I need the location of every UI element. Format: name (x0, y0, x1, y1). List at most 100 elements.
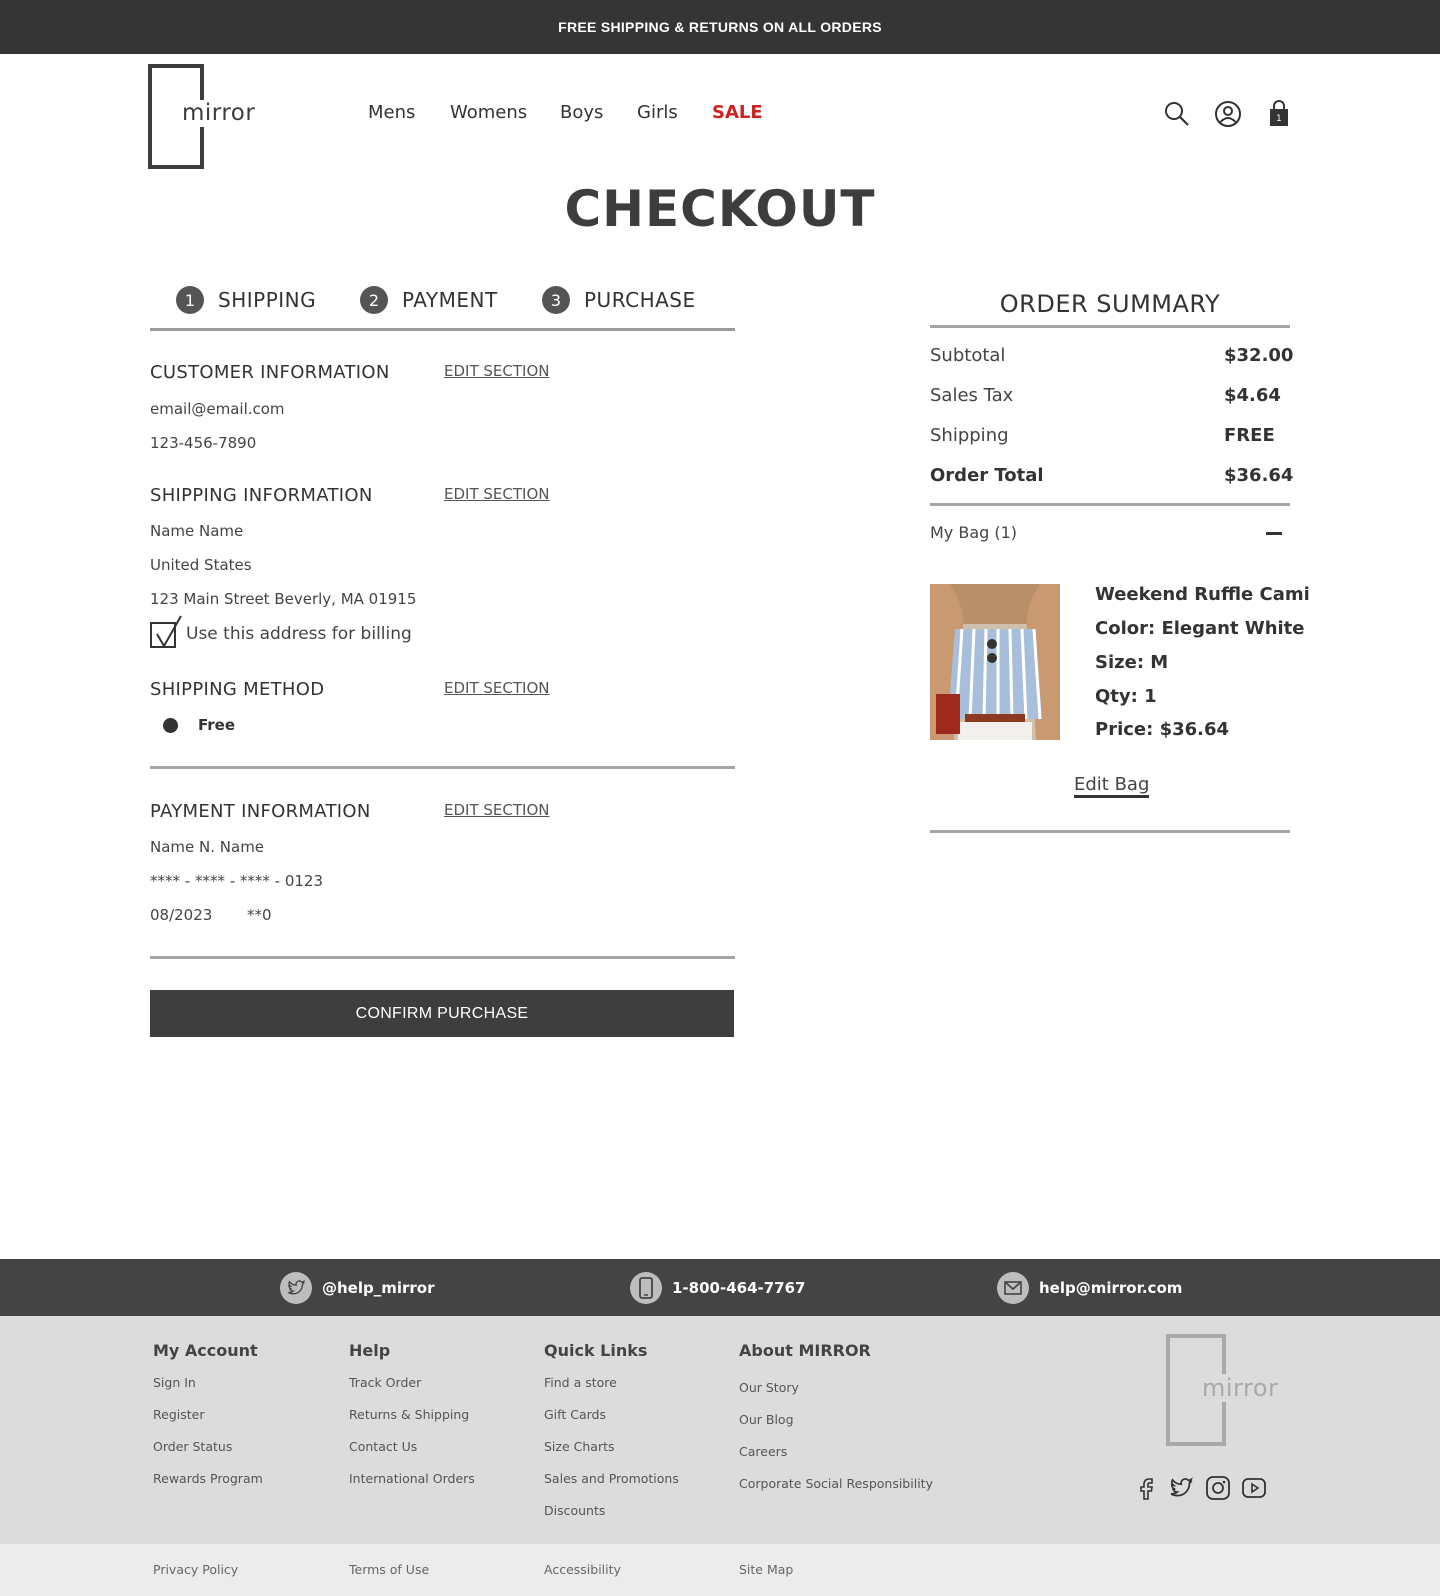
nav-girls[interactable]: Girls (637, 102, 678, 123)
facebook-icon[interactable] (1134, 1475, 1160, 1501)
edit-shipping-link[interactable]: EDIT SECTION (444, 485, 549, 503)
edit-bag-link[interactable]: Edit Bag (1074, 774, 1150, 798)
product-name[interactable]: Weekend Ruffle Cami (1095, 584, 1310, 605)
footer-link[interactable]: International Orders (349, 1471, 475, 1486)
email-contact[interactable]: help@mirror.com (997, 1272, 1182, 1304)
footer-link[interactable]: Order Status (153, 1439, 232, 1454)
nav-mens[interactable]: Mens (368, 102, 415, 123)
checkout-steps: 1 SHIPPING 2 PAYMENT 3 PURCHASE (150, 286, 735, 331)
edit-customer-link[interactable]: EDIT SECTION (444, 362, 549, 380)
footer-link[interactable]: Our Story (739, 1380, 799, 1395)
site-map-link[interactable]: Site Map (739, 1562, 793, 1577)
youtube-icon[interactable] (1241, 1475, 1267, 1501)
contact-bar: @help_mirror 1-800-464-7767 help@mirror.… (0, 1259, 1440, 1316)
step-number: 3 (542, 286, 570, 314)
phone-icon (630, 1272, 662, 1304)
payment-info-heading: PAYMENT INFORMATION (150, 801, 371, 822)
instagram-icon[interactable] (1205, 1475, 1231, 1501)
step-label: SHIPPING (218, 288, 317, 312)
search-icon[interactable] (1163, 100, 1191, 128)
check-icon (156, 615, 182, 649)
footer-heading-help: Help (349, 1341, 391, 1360)
sales-tax-label: Sales Tax (930, 385, 1014, 406)
shipping-country: United States (150, 556, 252, 574)
section-divider (150, 766, 735, 769)
customer-info-heading: CUSTOMER INFORMATION (150, 362, 390, 383)
phone-number: 1-800-464-7767 (672, 1279, 806, 1297)
phone-contact[interactable]: 1-800-464-7767 (630, 1272, 805, 1304)
twitter-handle: @help_mirror (322, 1279, 435, 1297)
footer-link[interactable]: Sales and Promotions (544, 1471, 679, 1486)
footer-link[interactable]: Corporate Social Responsibility (739, 1476, 933, 1491)
footer-link[interactable]: Size Charts (544, 1439, 615, 1454)
bag-icon[interactable]: 1 (1268, 100, 1296, 128)
product-color: Color: Elegant White (1095, 618, 1305, 639)
footer-logo[interactable]: mirror (1166, 1334, 1291, 1446)
nav-womens[interactable]: Womens (450, 102, 527, 123)
order-total-value: $36.64 (1224, 465, 1294, 486)
footer-link[interactable]: Our Blog (739, 1412, 794, 1427)
step-label: PAYMENT (402, 288, 498, 312)
step-purchase[interactable]: 3 PURCHASE (542, 286, 696, 314)
shipping-method-option[interactable]: Free (198, 716, 235, 734)
footer-link[interactable]: Contact Us (349, 1439, 417, 1454)
shipping-value: FREE (1224, 425, 1275, 446)
step-label: PURCHASE (584, 288, 696, 312)
footer-link[interactable]: Discounts (544, 1503, 605, 1518)
footer-heading-my-account: My Account (153, 1341, 258, 1360)
footer-link[interactable]: Returns & Shipping (349, 1407, 469, 1422)
customer-email: email@email.com (150, 400, 285, 418)
summary-divider (930, 503, 1290, 506)
section-divider (150, 956, 735, 959)
twitter-icon (280, 1272, 312, 1304)
shipping-method-heading: SHIPPING METHOD (150, 679, 325, 700)
account-icon[interactable] (1214, 100, 1242, 128)
shipping-info-heading: SHIPPING INFORMATION (150, 485, 373, 506)
footer-link[interactable]: Rewards Program (153, 1471, 263, 1486)
summary-divider (930, 325, 1290, 328)
confirm-purchase-button[interactable]: CONFIRM PURCHASE (150, 990, 734, 1037)
product-price: Price: $36.64 (1095, 719, 1230, 740)
collapse-minus-icon[interactable] (1266, 532, 1282, 535)
step-payment[interactable]: 2 PAYMENT (360, 286, 498, 314)
twitter-contact[interactable]: @help_mirror (280, 1272, 435, 1304)
footer-link[interactable]: Register (153, 1407, 204, 1422)
payment-name: Name N. Name (150, 838, 265, 856)
my-bag-toggle[interactable]: My Bag (1) (930, 523, 1017, 542)
billing-checkbox-label[interactable]: Use this address for billing (186, 624, 412, 644)
edit-shipping-method-link[interactable]: EDIT SECTION (444, 679, 549, 697)
twitter-icon[interactable] (1168, 1475, 1194, 1501)
payment-card-number: **** - **** - **** - 0123 (150, 872, 324, 890)
terms-link[interactable]: Terms of Use (349, 1562, 429, 1577)
footer-link[interactable]: Careers (739, 1444, 787, 1459)
subtotal-value: $32.00 (1224, 345, 1294, 366)
product-image[interactable] (930, 584, 1060, 740)
product-qty: Qty: 1 (1095, 686, 1157, 707)
mail-icon (997, 1272, 1029, 1304)
edit-payment-link[interactable]: EDIT SECTION (444, 801, 549, 819)
logo-text: mirror (180, 100, 258, 126)
step-shipping[interactable]: 1 SHIPPING (176, 286, 316, 314)
shipping-name: Name Name (150, 522, 244, 540)
billing-checkbox[interactable] (150, 615, 182, 649)
payment-expiry: 08/2023 (150, 906, 213, 924)
order-total-label: Order Total (930, 465, 1044, 486)
accessibility-link[interactable]: Accessibility (544, 1562, 621, 1577)
email-address: help@mirror.com (1039, 1279, 1183, 1297)
brand-logo[interactable]: mirror (148, 64, 258, 169)
page-title: CHECKOUT (564, 180, 876, 238)
footer-heading-quick-links: Quick Links (544, 1341, 648, 1360)
order-summary-title: ORDER SUMMARY (999, 290, 1221, 318)
privacy-policy-link[interactable]: Privacy Policy (153, 1562, 238, 1577)
footer-link[interactable]: Track Order (349, 1375, 421, 1390)
bag-count: 1 (1276, 114, 1282, 124)
nav-boys[interactable]: Boys (560, 102, 603, 123)
footer-link[interactable]: Sign In (153, 1375, 196, 1390)
footer-link[interactable]: Find a store (544, 1375, 617, 1390)
footer-link[interactable]: Gift Cards (544, 1407, 606, 1422)
sales-tax-value: $4.64 (1224, 385, 1281, 406)
nav-sale[interactable]: SALE (712, 102, 763, 123)
subtotal-label: Subtotal (930, 345, 1006, 366)
shipping-method-radio[interactable] (163, 718, 178, 733)
step-number: 1 (176, 286, 204, 314)
